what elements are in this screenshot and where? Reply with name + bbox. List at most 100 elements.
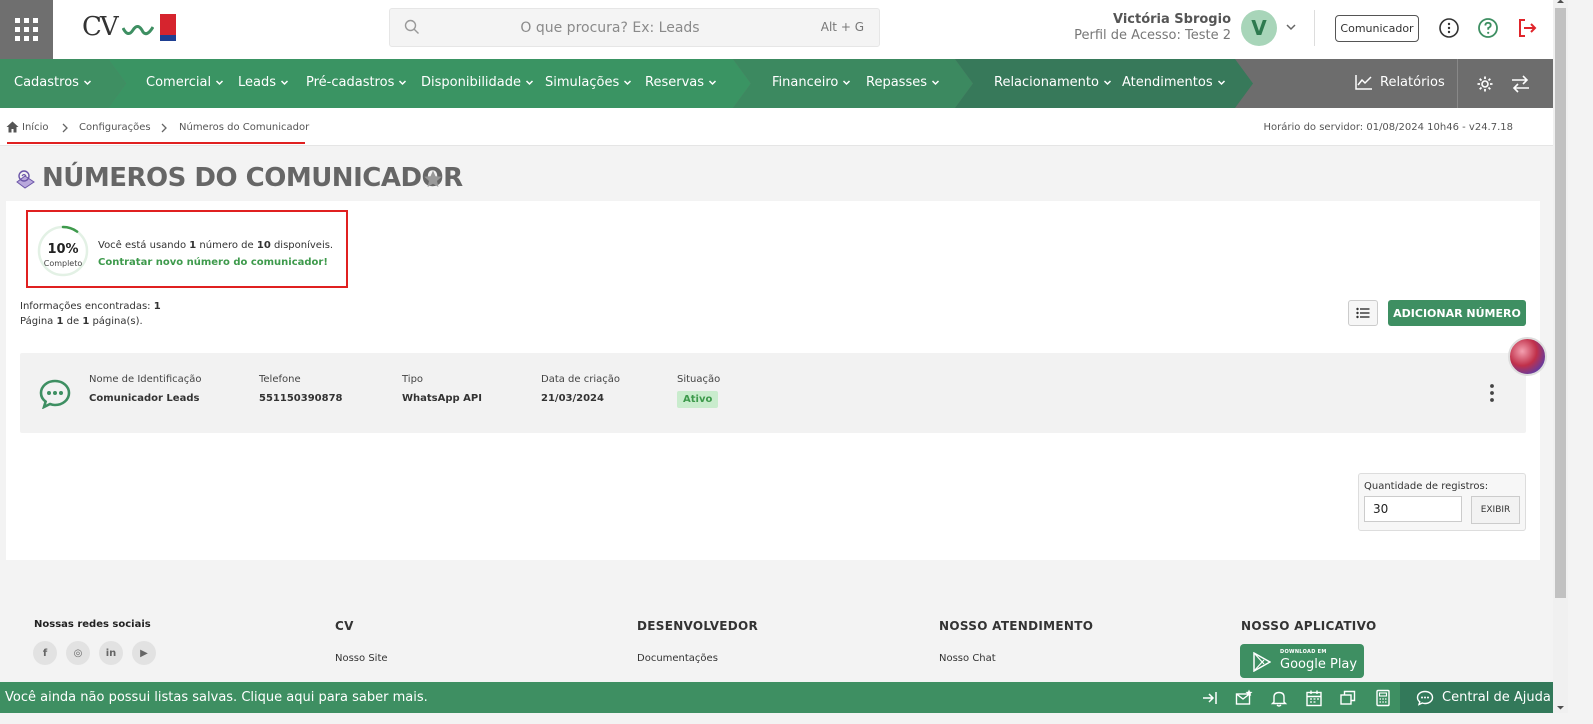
scroll-down-icon[interactable]	[1556, 703, 1565, 712]
breadcrumb: Início Configurações Números do Comunica…	[0, 108, 1553, 146]
main-nav: Cadastros Comercial Leads Pré-cadastros …	[0, 59, 1553, 108]
chevron-down-icon	[83, 80, 91, 86]
bottom-bar: Você ainda não possui listas salvas. Cli…	[0, 682, 1553, 713]
nav-financeiro[interactable]: Financeiro	[772, 75, 851, 90]
chevron-right-icon	[161, 123, 167, 133]
chevron-down-icon	[624, 80, 632, 86]
footer-title-dev: DESENVOLVEDOR	[637, 619, 759, 633]
breadcrumb-current: Números do Comunicador	[179, 122, 310, 133]
main-card: 10% Completo Você está usando 1 número d…	[6, 201, 1540, 560]
show-button[interactable]: EXIBIR	[1471, 496, 1520, 524]
user-profile: Perfil de Acesso: Teste 2	[1074, 28, 1231, 43]
chevron-down-icon	[216, 80, 224, 86]
favorite-star-icon[interactable]	[423, 169, 443, 189]
footer-link-chat[interactable]: Nosso Chat	[939, 653, 996, 664]
nav-leads[interactable]: Leads	[238, 75, 289, 90]
help-icon[interactable]	[1477, 17, 1499, 39]
calendar-icon[interactable]	[1305, 689, 1323, 707]
nav-divider	[1457, 59, 1458, 108]
footer-link-docs[interactable]: Documentações	[637, 653, 718, 664]
nav-cadastros[interactable]: Cadastros	[14, 75, 92, 90]
nav-relacionamento[interactable]: Relacionamento	[994, 75, 1112, 90]
assistant-orb[interactable]	[1508, 337, 1547, 376]
contract-number-link[interactable]: Contratar novo número do comunicador!	[98, 257, 328, 268]
cv-logo[interactable]: CV	[82, 12, 182, 46]
record-name: Nome de Identificação Comunicador Leads	[89, 374, 202, 404]
logo-badge	[160, 14, 176, 41]
comunicador-icon	[16, 170, 35, 189]
more-options-icon[interactable]	[1487, 383, 1497, 403]
usage-text: Você está usando 1 número de 10 disponív…	[98, 240, 334, 251]
bell-icon[interactable]	[1270, 689, 1288, 707]
chevron-down-icon[interactable]	[1284, 20, 1298, 34]
nav-disponibilidade[interactable]: Disponibilidade	[421, 75, 534, 90]
list-icon	[1356, 307, 1370, 319]
top-header: CV Alt + G Victória Sbrogio Perfil de Ac…	[0, 0, 1553, 59]
status-badge: Ativo	[677, 391, 719, 408]
home-icon	[6, 121, 19, 133]
chevron-down-icon	[1103, 80, 1111, 86]
chevron-down-icon	[843, 80, 851, 86]
progress-percent: 10%	[47, 242, 79, 257]
avatar[interactable]: V	[1241, 10, 1277, 46]
add-number-button[interactable]: ADICIONAR NÚMERO	[1388, 300, 1526, 326]
apps-menu-button[interactable]	[0, 0, 53, 59]
instagram-icon[interactable]: ◎	[66, 641, 90, 665]
record-status: Situação Ativo	[677, 374, 720, 408]
gear-icon[interactable]	[1476, 75, 1494, 93]
nav-reservas[interactable]: Reservas	[645, 75, 717, 90]
youtube-icon[interactable]: ▶	[132, 641, 156, 665]
nav-repasses[interactable]: Repasses	[866, 75, 940, 90]
search-input[interactable]	[430, 17, 790, 39]
usage-summary: 10% Completo Você está usando 1 número d…	[26, 210, 348, 288]
chart-line-icon	[1355, 75, 1372, 90]
progress-label: Completo	[43, 259, 83, 268]
chevron-down-icon	[280, 80, 289, 86]
nav-comercial[interactable]: Comercial	[146, 75, 224, 90]
info-icon[interactable]	[1438, 17, 1460, 39]
help-center-button[interactable]: Central de Ajuda	[1400, 682, 1553, 713]
pagination-info: Página 1 de 1 página(s).	[20, 316, 143, 327]
search-icon	[404, 19, 419, 34]
results-count: Informações encontradas: 1	[20, 301, 161, 312]
page-bottom-edge	[0, 713, 1593, 724]
list-view-button[interactable]	[1348, 300, 1378, 326]
footer-title-app: NOSSO APLICATIVO	[1241, 619, 1377, 633]
nav-relatorios[interactable]: Relatórios	[1355, 74, 1445, 90]
breadcrumb-inicio[interactable]: Início	[22, 122, 48, 133]
mail-star-icon[interactable]	[1235, 689, 1253, 707]
logo-wave-icon	[122, 25, 154, 36]
footer-link-site[interactable]: Nosso Site	[335, 653, 388, 664]
linkedin-icon[interactable]: in	[99, 641, 123, 665]
page-scrollbar[interactable]	[1553, 0, 1568, 713]
scroll-thumb[interactable]	[1555, 8, 1566, 598]
facebook-icon[interactable]: f	[33, 641, 57, 665]
calculator-icon[interactable]	[1374, 689, 1392, 707]
collapse-icon[interactable]	[1201, 689, 1219, 707]
chat-icon	[39, 379, 71, 409]
nav-simulacoes[interactable]: Simulações	[545, 75, 632, 90]
google-play-button[interactable]: DOWNLOAD EM Google Play	[1240, 644, 1364, 678]
record-type: Tipo WhatsApp API	[402, 374, 482, 404]
scroll-up-icon[interactable]	[1556, 0, 1565, 6]
user-info[interactable]: Victória Sbrogio Perfil de Acesso: Teste…	[1074, 12, 1231, 44]
saved-lists-message[interactable]: Você ainda não possui listas salvas. Cli…	[5, 690, 428, 705]
chevron-down-icon	[708, 80, 717, 86]
chevron-down-icon	[525, 80, 534, 86]
logout-icon[interactable]	[1516, 17, 1538, 39]
chevron-down-icon	[1217, 80, 1225, 86]
search-shortcut: Alt + G	[820, 20, 864, 34]
swap-icon[interactable]	[1511, 75, 1530, 93]
page-title: NÚMEROS DO COMUNICADOR	[42, 163, 463, 193]
windows-icon[interactable]	[1339, 689, 1357, 707]
comunicador-button[interactable]: Comunicador	[1335, 15, 1419, 42]
play-store-icon	[1253, 652, 1271, 672]
nav-pre-cadastros[interactable]: Pré-cadastros	[306, 75, 407, 90]
breadcrumb-configuracoes[interactable]: Configurações	[79, 122, 151, 133]
record-created: Data de criação 21/03/2024	[541, 374, 620, 404]
chevron-down-icon	[931, 80, 940, 86]
quantity-input[interactable]	[1364, 496, 1462, 522]
nav-atendimentos[interactable]: Atendimentos	[1122, 75, 1226, 90]
records-per-page: Quantidade de registros: EXIBIR	[1358, 473, 1526, 531]
list-item[interactable]: Nome de Identificação Comunicador Leads …	[20, 353, 1526, 433]
